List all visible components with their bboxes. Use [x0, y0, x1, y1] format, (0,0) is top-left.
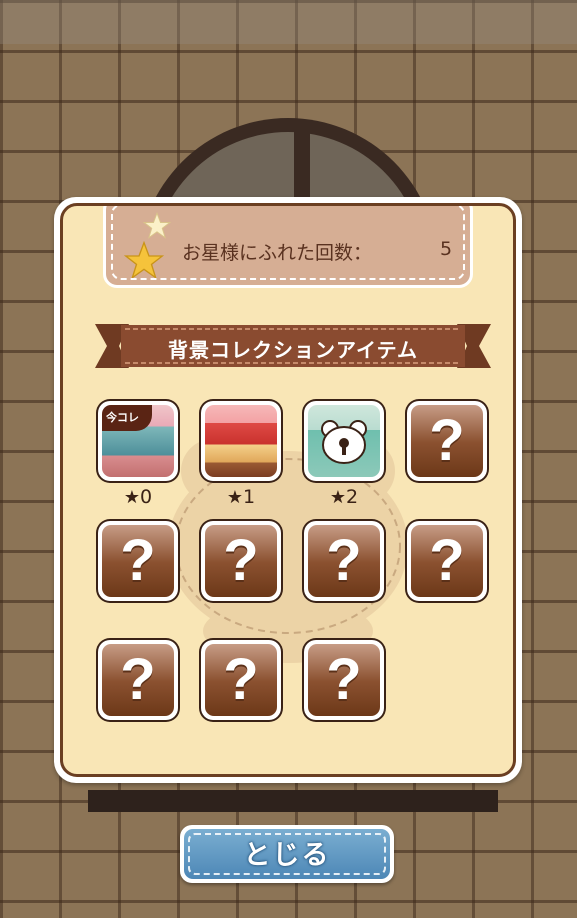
locked-item: ? [205, 644, 277, 716]
locked-item: ? [411, 525, 483, 597]
question-mark-icon: ? [326, 647, 362, 712]
collection-panel: お星様にふれた回数： 5 背景コレクションアイテム 今コレ ★0 ★1 ★2 ?… [54, 197, 522, 783]
locked-item: ? [102, 525, 174, 597]
locked-item: ? [205, 525, 277, 597]
collection-item-3[interactable] [304, 401, 384, 481]
item-3-star-count: ★2 [304, 486, 384, 508]
question-mark-icon: ? [223, 647, 259, 712]
top-bar [0, 0, 577, 44]
question-mark-icon: ? [223, 528, 259, 593]
collection-item-9[interactable]: ? [98, 640, 178, 720]
question-mark-icon: ? [326, 528, 362, 593]
collection-item-10[interactable]: ? [201, 640, 281, 720]
star-icon-small [143, 212, 171, 239]
star-icon: ★ [329, 487, 347, 508]
star-touch-counter: お星様にふれた回数： 5 [103, 206, 473, 288]
locked-item: ? [308, 644, 380, 716]
bear-lock-icon [321, 420, 367, 464]
collection-panel-inner: お星様にふれた回数： 5 背景コレクションアイテム 今コレ ★0 ★1 ★2 ?… [60, 203, 516, 777]
collection-item-5[interactable]: ? [98, 521, 178, 601]
star-value: 1 [243, 486, 256, 508]
section-ribbon: 背景コレクションアイテム [95, 321, 491, 371]
star-count-label: お星様にふれた回数： [182, 242, 373, 264]
star-icon: ★ [226, 487, 244, 508]
window-sill [88, 790, 498, 812]
locked-item: ? [411, 405, 483, 477]
item-2-star-count: ★1 [201, 486, 281, 508]
collection-item-8[interactable]: ? [407, 521, 487, 601]
collection-item-2[interactable] [201, 401, 281, 481]
question-mark-icon: ? [120, 528, 156, 593]
locked-item: ? [308, 525, 380, 597]
collection-item-6[interactable]: ? [201, 521, 281, 601]
collection-item-11[interactable]: ? [304, 640, 384, 720]
question-mark-icon: ? [120, 647, 156, 712]
locked-room-thumbnail [308, 405, 380, 477]
section-title: 背景コレクションアイテム [168, 338, 418, 362]
close-button-label: とじる [243, 840, 331, 871]
star-icon: ★ [123, 487, 141, 508]
star-value: 0 [140, 486, 153, 508]
question-mark-icon: ? [429, 408, 465, 473]
star-value: 2 [346, 486, 359, 508]
locked-item: ? [102, 644, 174, 716]
close-button[interactable]: とじる [180, 825, 394, 883]
collection-item-1[interactable]: 今コレ [98, 401, 178, 481]
current-badge: 今コレ [102, 405, 152, 431]
item-1-star-count: ★0 [98, 486, 178, 508]
strawberry-cake-thumbnail [205, 405, 277, 477]
star-count-value: 5 [440, 238, 453, 260]
star-icon-large [124, 241, 164, 280]
collection-item-4[interactable]: ? [407, 401, 487, 481]
room-pink-thumbnail: 今コレ [102, 405, 174, 477]
collection-item-7[interactable]: ? [304, 521, 384, 601]
question-mark-icon: ? [429, 528, 465, 593]
